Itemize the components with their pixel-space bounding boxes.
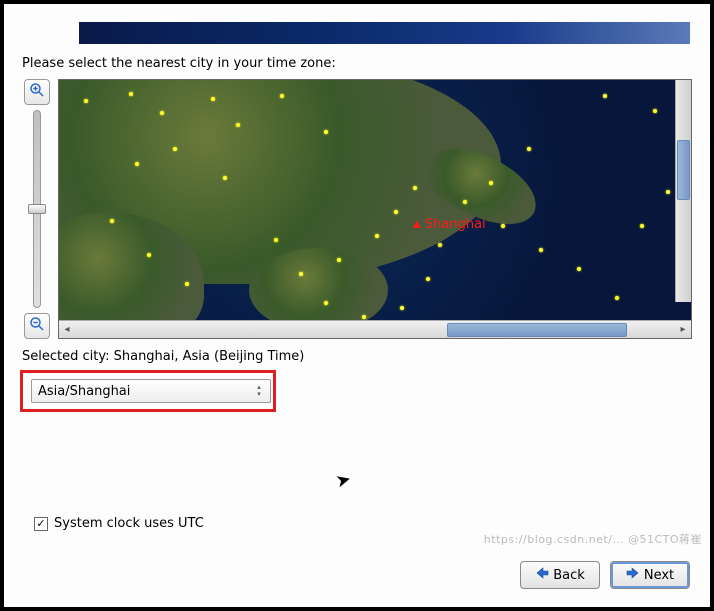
back-button[interactable]: Back [520,561,600,589]
city-dot[interactable] [129,92,133,96]
back-button-label: Back [553,568,585,583]
zoom-in-icon [28,81,46,103]
timezone-prompt: Please select the nearest city in your t… [22,56,692,71]
next-button[interactable]: Next [610,561,690,589]
timezone-select-value: Asia/Shanghai [38,384,252,399]
scroll-left-icon[interactable]: ◂ [59,322,75,338]
city-dot[interactable] [666,190,670,194]
map-horizontal-scrollbar[interactable]: ◂ ▸ [59,320,691,338]
arrow-left-icon [535,567,549,583]
nav-button-bar: Back Next [520,561,690,589]
zoom-out-button[interactable] [24,313,50,339]
timezone-select-highlight: Asia/Shanghai ▴▾ [20,370,276,412]
selected-city-value: Shanghai, Asia (Beijing Time) [114,349,305,364]
zoom-controls [22,79,52,339]
city-dot[interactable] [337,258,341,262]
arrow-right-icon [626,567,640,583]
city-dot[interactable] [501,224,505,228]
city-dot[interactable] [375,234,379,238]
zoom-in-button[interactable] [24,79,50,105]
map-horizontal-scroll-thumb[interactable] [447,323,627,337]
timezone-map-frame: Shanghai ◂ ▸ [58,79,692,339]
timezone-select[interactable]: Asia/Shanghai ▴▾ [31,379,271,403]
city-dot[interactable] [426,277,430,281]
city-dot[interactable] [577,267,581,271]
map-vertical-scroll-thumb[interactable] [677,140,690,200]
zoom-out-icon [28,315,46,337]
city-dot[interactable] [400,306,404,310]
zoom-slider[interactable] [33,110,41,308]
selected-city-prefix: Selected city: [22,349,114,364]
city-dot[interactable] [527,147,531,151]
spinner-icon: ▴▾ [252,384,266,398]
watermark-text: https://blog.csdn.net/… @51CTO蒋崔 [484,531,702,547]
city-dot[interactable] [539,248,543,252]
city-dot[interactable] [640,224,644,228]
city-dot[interactable] [413,186,417,190]
city-dot[interactable] [615,296,619,300]
city-dot[interactable] [394,210,398,214]
city-dot[interactable] [653,109,657,113]
utc-checkbox-label: System clock uses UTC [54,516,204,531]
city-dot[interactable] [211,97,215,101]
mouse-cursor-icon: ➤ [334,468,354,492]
city-dot[interactable] [438,243,442,247]
map-vertical-scrollbar[interactable] [675,80,691,302]
city-dot[interactable] [135,162,139,166]
city-dot[interactable] [489,181,493,185]
scroll-right-icon[interactable]: ▸ [675,322,691,338]
city-dot[interactable] [603,94,607,98]
map-horizontal-track[interactable] [75,323,675,337]
city-dot[interactable] [173,147,177,151]
utc-checkbox[interactable]: ✓ [34,517,48,531]
zoom-slider-handle[interactable] [28,204,46,214]
next-button-label: Next [644,568,674,583]
selected-city-line: Selected city: Shanghai, Asia (Beijing T… [22,349,692,364]
city-dot[interactable] [110,219,114,223]
installer-banner [79,22,690,44]
timezone-map[interactable]: Shanghai [59,80,691,320]
